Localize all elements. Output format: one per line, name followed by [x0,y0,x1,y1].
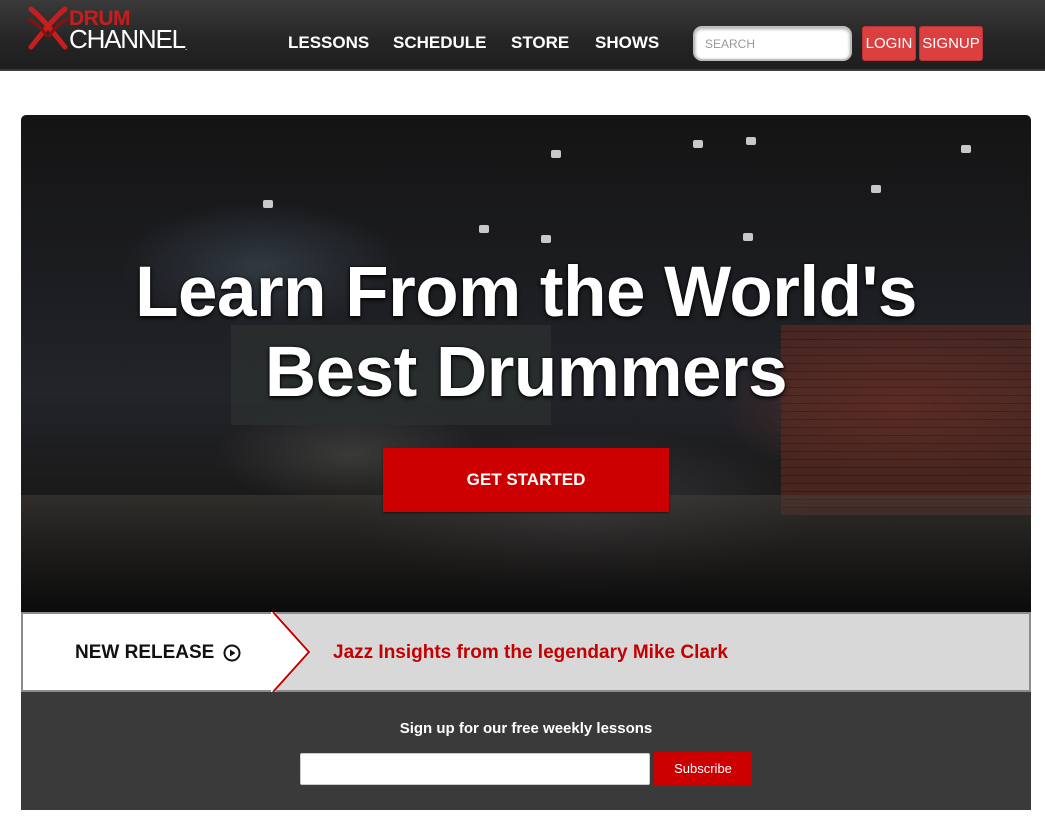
play-circle-icon[interactable] [223,644,241,662]
nav-item-lessons[interactable]: LESSONS [288,33,369,53]
get-started-button[interactable]: GET STARTED [383,448,669,512]
hero-headline: Learn From the World's Best Drummers [135,253,917,412]
newsletter-label: Sign up for our free weekly lessons [399,720,653,737]
login-button[interactable]: LOGIN [862,26,916,61]
studio-floor [21,495,1031,615]
hero-banner: Learn From the World's Best Drummers GET… [21,115,1031,615]
logo-channel-text: CHANNEL. [69,24,188,54]
subscribe-button[interactable]: Subscribe [654,752,752,785]
nav-item-shows[interactable]: SHOWS [595,33,659,53]
new-release-bar[interactable]: NEW RELEASE Jazz Insights from the legen… [21,612,1031,692]
search-input[interactable] [693,26,852,61]
tag-arrow [271,612,311,692]
drum-channel-logo[interactable]: DRUM CHANNEL. [27,5,202,55]
release-title-link[interactable]: Jazz Insights from the legendary Mike Cl… [333,642,728,664]
nav-item-store[interactable]: STORE [511,33,569,53]
nav-item-schedule[interactable]: SCHEDULE [393,33,487,53]
drumsticks-x-icon [27,6,70,50]
signup-button[interactable]: SIGNUP [919,26,983,61]
newsletter-signup: Sign up for our free weekly lessons Subs… [21,692,1031,810]
site-header: DRUM CHANNEL. LESSONS SCHEDULE STORE SHO… [0,0,1045,71]
new-release-label: NEW RELEASE [75,642,215,663]
email-field[interactable] [300,753,650,785]
